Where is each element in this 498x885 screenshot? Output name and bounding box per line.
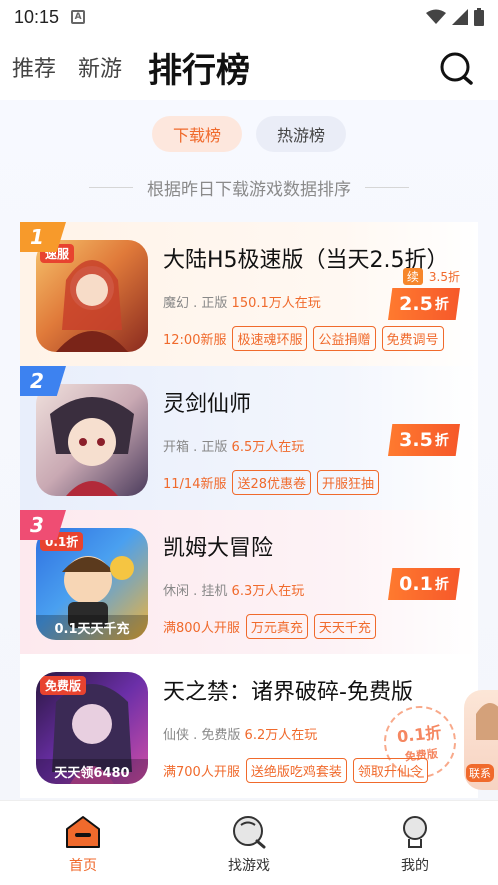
game-tag: 送绝版吃鸡套装 xyxy=(245,758,347,783)
nav-find-game[interactable]: 找游戏 xyxy=(166,801,332,885)
ranking-list: 速服 1 大陆H5极速版（当天2.5折） 续 3.5折 魔幻 . 正版 150.… xyxy=(20,222,478,798)
nav-profile[interactable]: 我的 xyxy=(332,801,498,885)
contact-float-button[interactable]: 联系 xyxy=(464,690,498,790)
game-icon-label: 0.1天天千充 xyxy=(36,615,148,640)
game-tag: 免费调号 xyxy=(381,326,444,351)
game-list-item[interactable]: 免费版 天天领6480 天之禁：诸界破碎-免费版 仙侠 . 免费版 6.2万人在… xyxy=(20,654,478,798)
game-category: 休闲 . 挂机 xyxy=(163,584,228,599)
game-list-item[interactable]: 速服 1 大陆H5极速版（当天2.5折） 续 3.5折 魔幻 . 正版 150.… xyxy=(20,222,478,366)
game-meta: 魔幻 . 正版 150.1万人在玩 xyxy=(163,292,321,311)
game-tags: 12:00新服 极速魂环服 公益捐赠 免费调号 xyxy=(163,326,444,351)
game-list-item[interactable]: 2 灵剑仙师 开箱 . 正版 6.5万人在玩 3.5 折 11/14新服 送28优… xyxy=(20,366,478,510)
status-bar: 10:15 A xyxy=(0,0,498,34)
renew-rate: 3.5折 xyxy=(428,270,460,284)
bottom-nav: 首页 找游戏 我的 xyxy=(0,800,498,885)
discount-unit: 折 xyxy=(434,297,449,313)
game-meta: 休闲 . 挂机 6.3万人在玩 xyxy=(163,580,304,599)
battery-icon xyxy=(474,8,484,26)
discount-badge: 0.1 折 xyxy=(388,568,460,600)
game-tags: 满800人开服 万元真充 天天千充 xyxy=(163,614,376,639)
tab-recommend[interactable]: 推荐 xyxy=(12,51,56,83)
profile-icon xyxy=(403,816,427,848)
game-tags: 满700人开服 送绝版吃鸡套装 领取升仙令 xyxy=(163,758,428,783)
game-title: 凯姆大冒险 xyxy=(163,536,274,561)
contact-label: 联系 xyxy=(466,764,494,782)
game-list-item[interactable]: 0.1折 0.1天天千充 3 凯姆大冒险 休闲 . 挂机 6.3万人在玩 0.1… xyxy=(20,510,478,654)
game-tag: 天天千充 xyxy=(313,614,376,639)
game-category: 开箱 . 正版 xyxy=(163,440,228,455)
game-tags: 11/14新服 送28优惠卷 开服狂抽 xyxy=(163,470,380,495)
discount-value: 2.5 xyxy=(399,293,433,315)
status-icons xyxy=(426,8,484,26)
top-nav: 推荐 新游 排行榜 xyxy=(0,34,498,100)
tab-hot-ranking[interactable]: 热游榜 xyxy=(256,116,346,152)
discount-badge: 3.5 折 xyxy=(388,424,460,456)
game-tag: 开服狂抽 xyxy=(317,470,380,495)
server-open-time: 满700人开服 xyxy=(163,765,240,780)
find-game-icon xyxy=(233,816,266,849)
sort-note-text: 根据昨日下载游戏数据排序 xyxy=(147,180,351,200)
server-open-time: 12:00新服 xyxy=(163,333,227,348)
nav-label: 找游戏 xyxy=(228,858,270,874)
discount-unit: 折 xyxy=(434,433,449,449)
sort-note: 根据昨日下载游戏数据排序 xyxy=(0,175,498,200)
game-icon-tag: 免费版 xyxy=(40,676,87,695)
nav-home[interactable]: 首页 xyxy=(0,801,166,885)
server-open-time: 11/14新服 xyxy=(163,477,227,492)
game-icon[interactable] xyxy=(36,384,148,496)
game-tag: 极速魂环服 xyxy=(232,326,308,351)
game-players: 150.1万人在玩 xyxy=(231,296,321,311)
game-tag: 万元真充 xyxy=(245,614,308,639)
game-players: 6.5万人在玩 xyxy=(231,440,305,455)
discount-badge: 2.5 折 xyxy=(388,288,460,320)
divider-line xyxy=(89,187,133,188)
game-title: 灵剑仙师 xyxy=(163,392,252,417)
signal-icon xyxy=(452,9,468,25)
game-tag: 公益捐赠 xyxy=(313,326,376,351)
wifi-icon xyxy=(426,9,446,24)
game-meta: 开箱 . 正版 6.5万人在玩 xyxy=(163,436,304,455)
game-icon[interactable]: 免费版 天天领6480 xyxy=(36,672,148,784)
tab-download-ranking[interactable]: 下载榜 xyxy=(152,116,242,152)
game-players: 6.3万人在玩 xyxy=(231,584,305,599)
game-icon[interactable]: 速服 xyxy=(36,240,148,352)
notification-badge: A xyxy=(71,10,86,24)
stamp-discount: 0.1折 xyxy=(396,722,443,747)
game-title: 天之禁：诸界破碎-免费版 xyxy=(163,680,413,705)
tab-ranking[interactable]: 排行榜 xyxy=(148,43,250,92)
game-tag: 送28优惠卷 xyxy=(232,470,312,495)
server-open-time: 满800人开服 xyxy=(163,621,240,636)
nav-label: 首页 xyxy=(69,858,97,874)
discount-unit: 折 xyxy=(434,577,449,593)
discount-value: 3.5 xyxy=(399,429,433,451)
game-category: 仙侠 . 免费版 xyxy=(163,728,241,743)
home-icon xyxy=(66,816,100,848)
renew-label: 续 xyxy=(402,268,423,285)
nav-label: 我的 xyxy=(401,858,429,874)
game-tag: 领取升仙令 xyxy=(352,758,428,783)
game-players: 6.2万人在玩 xyxy=(244,728,318,743)
game-category: 魔幻 . 正版 xyxy=(163,296,228,311)
tab-new-games[interactable]: 新游 xyxy=(78,51,122,83)
game-meta: 仙侠 . 免费版 6.2万人在玩 xyxy=(163,724,317,743)
divider-line xyxy=(365,187,409,188)
customer-service-avatar xyxy=(476,703,498,740)
renew-discount: 续 3.5折 xyxy=(402,268,460,285)
discount-value: 0.1 xyxy=(399,573,433,595)
search-icon[interactable] xyxy=(438,50,474,86)
status-time: 10:15 xyxy=(14,6,60,27)
game-art xyxy=(50,397,134,496)
ranking-sub-tabs: 下载榜 热游榜 xyxy=(0,116,498,152)
game-icon[interactable]: 0.1折 0.1天天千充 xyxy=(36,528,148,640)
game-icon-label: 天天领6480 xyxy=(36,759,148,784)
